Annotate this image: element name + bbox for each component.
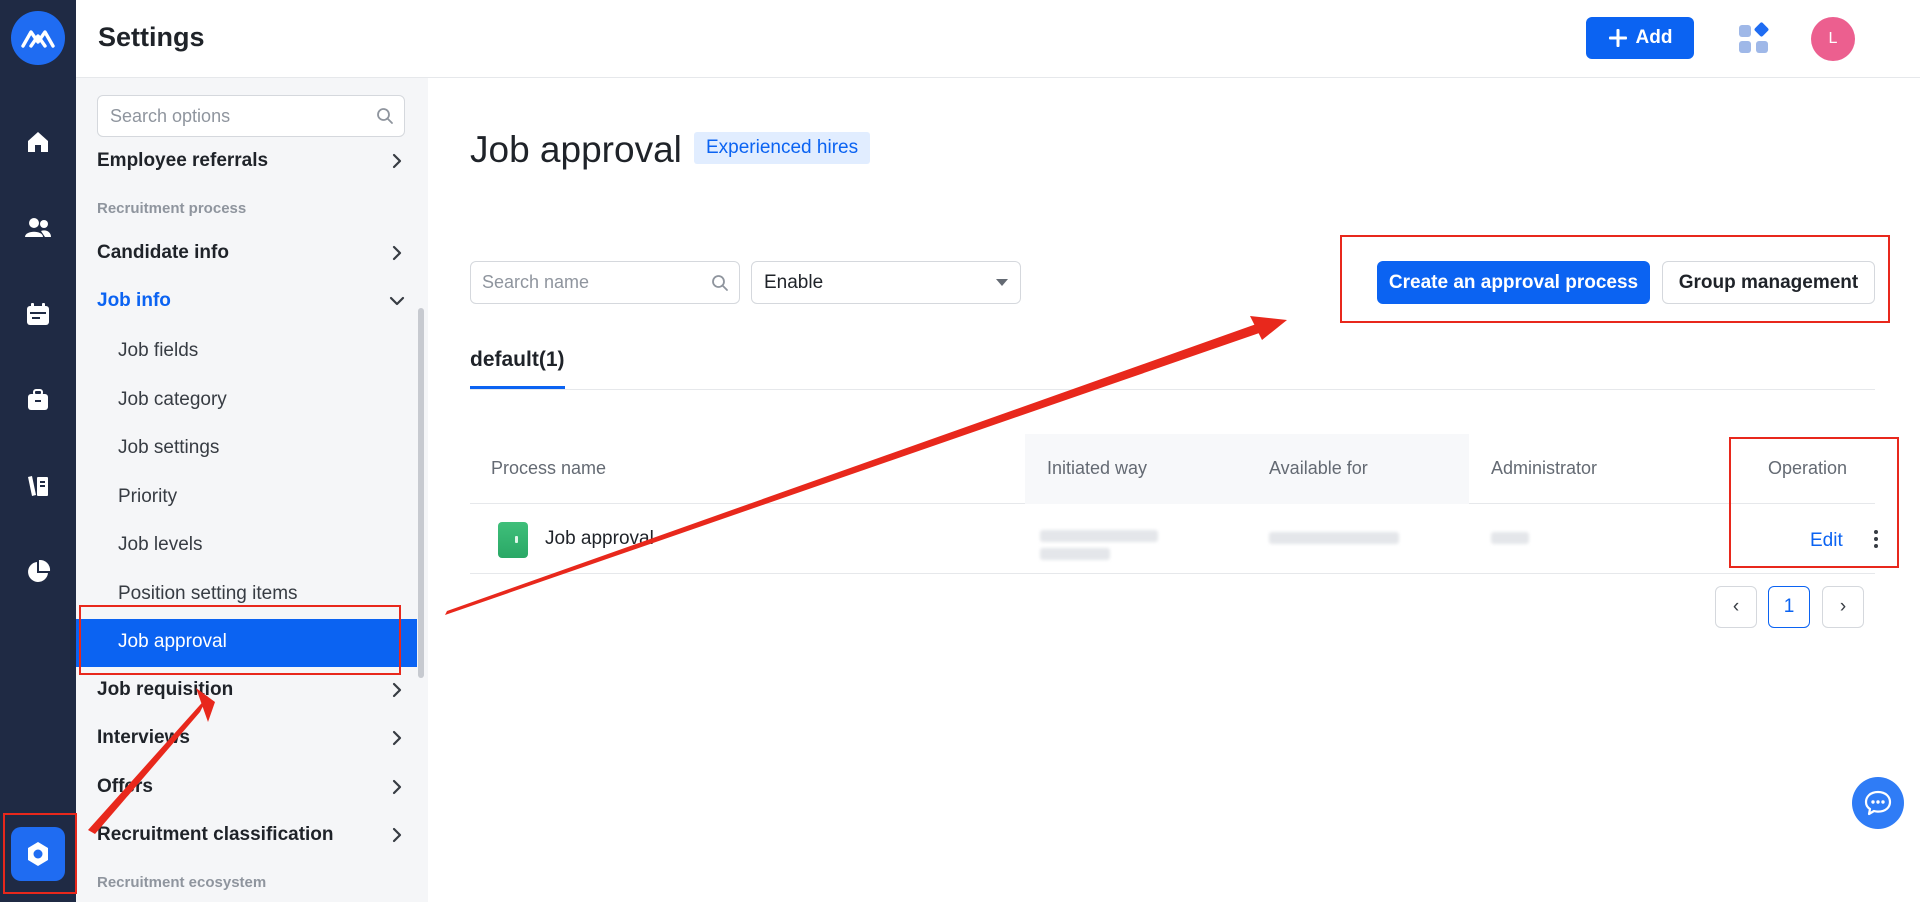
document-icon — [498, 522, 528, 558]
column-operation: Operation — [1768, 458, 1848, 478]
app-logo[interactable] — [11, 11, 65, 65]
settings-nav-button[interactable] — [11, 827, 65, 881]
top-header: Settings Add L — [76, 0, 1920, 78]
sidebar-search-input[interactable] — [98, 96, 358, 136]
tab-default[interactable]: default(1) — [470, 340, 565, 389]
plus-icon — [1608, 29, 1627, 47]
sidebar-subitem-label: Job approval — [118, 631, 227, 652]
main-content: Job approval Experienced hires Enable Cr… — [428, 78, 1920, 902]
redacted-initiated-way — [1040, 530, 1158, 542]
add-button[interactable]: Add — [1586, 17, 1694, 59]
column-administrator: Administrator — [1491, 458, 1598, 478]
search-icon — [712, 275, 728, 291]
chevron-down-icon — [389, 296, 405, 306]
pagination-prev-button[interactable]: ‹ — [1715, 586, 1757, 628]
chevron-right-icon — [392, 730, 402, 746]
more-options-icon[interactable] — [1872, 528, 1880, 550]
page-title: Job approval — [470, 129, 682, 170]
settings-icon — [28, 842, 48, 866]
pagination-next-button[interactable]: › — [1822, 586, 1864, 628]
sidebar-item-label: Job info — [97, 290, 171, 311]
user-avatar[interactable]: L — [1811, 17, 1855, 61]
create-approval-process-button[interactable]: Create an approval process — [1377, 261, 1650, 304]
status-select-value: Enable — [764, 271, 824, 293]
sidebar-subitem-position-setting-items[interactable]: Position setting items — [118, 583, 298, 605]
sidebar-group-recruitment-ecosystem: Recruitment ecosystem — [97, 874, 267, 891]
briefcase-icon[interactable] — [22, 384, 54, 416]
sidebar-subitem-priority[interactable]: Priority — [118, 486, 177, 508]
sidebar-item-employee-referrals[interactable]: Employee referrals — [97, 141, 407, 181]
add-button-label: Add — [1635, 27, 1673, 48]
table-row[interactable]: Job approval Edit — [470, 504, 1878, 574]
status-select[interactable]: Enable — [751, 261, 1021, 304]
sidebar-item-interviews[interactable]: Interviews — [97, 718, 407, 758]
sidebar-item-job-requisition[interactable]: Job requisition — [97, 670, 407, 710]
table-header: Process name Initiated way Available for… — [470, 434, 1875, 504]
library-icon[interactable] — [22, 470, 54, 502]
column-process-name: Process name — [491, 458, 607, 478]
name-search[interactable] — [470, 261, 740, 304]
sidebar-subitem-job-fields[interactable]: Job fields — [118, 340, 198, 362]
edit-link[interactable]: Edit — [1810, 530, 1843, 552]
sidebar-item-label: Candidate info — [97, 242, 229, 263]
chevron-right-icon — [392, 827, 402, 843]
logo-icon — [21, 30, 55, 48]
sidebar-subitem-job-levels[interactable]: Job levels — [118, 534, 203, 556]
sidebar-subitem-job-category[interactable]: Job category — [118, 389, 227, 411]
sidebar-item-job-info[interactable]: Job info — [97, 281, 407, 321]
process-table: Process name Initiated way Available for… — [470, 434, 1878, 574]
redacted-available-for — [1269, 532, 1399, 544]
app-root: Settings Add L Employee referrals Recrui… — [0, 0, 1920, 902]
sidebar-item-recruitment-classification[interactable]: Recruitment classification — [97, 815, 407, 855]
sidebar-item-candidate-info[interactable]: Candidate info — [97, 233, 407, 273]
chevron-right-icon — [392, 245, 402, 261]
people-icon[interactable] — [22, 212, 54, 244]
sidebar-group-recruitment-process: Recruitment process — [97, 200, 247, 217]
name-search-input[interactable] — [471, 262, 691, 303]
sidebar-item-offers[interactable]: Offers — [97, 767, 407, 807]
left-rail — [0, 0, 76, 902]
sidebar-item-label: Job requisition — [97, 679, 234, 700]
pagination-page-button[interactable]: 1 — [1768, 586, 1810, 628]
chat-support-button[interactable] — [1852, 777, 1904, 829]
chat-icon — [1864, 790, 1892, 816]
redacted-administrator — [1491, 532, 1529, 544]
app-grid-icon[interactable] — [1737, 22, 1771, 56]
chevron-right-icon — [392, 682, 402, 698]
sidebar-search[interactable] — [97, 95, 405, 137]
sidebar-item-label: Offers — [97, 776, 153, 797]
process-tabs: default(1) — [470, 340, 1875, 390]
chevron-right-icon — [392, 779, 402, 795]
sidebar-item-label: Recruitment classification — [97, 824, 334, 845]
process-name-cell[interactable]: Job approval — [545, 528, 654, 550]
sidebar-item-label: Employee referrals — [97, 150, 269, 171]
chevron-right-icon — [392, 153, 402, 169]
sidebar-scrollbar[interactable] — [418, 308, 424, 678]
column-available-for: Available for — [1269, 458, 1368, 478]
search-icon — [377, 108, 393, 124]
sidebar-subitem-job-settings[interactable]: Job settings — [118, 437, 219, 459]
hire-type-tag: Experienced hires — [694, 132, 871, 164]
pie-chart-icon[interactable] — [22, 556, 54, 588]
sidebar-subitem-job-approval[interactable]: Job approval — [76, 619, 417, 667]
sidebar-item-label: Interviews — [97, 727, 190, 748]
group-management-button[interactable]: Group management — [1662, 261, 1875, 304]
calendar-icon[interactable] — [22, 298, 54, 330]
home-icon[interactable] — [22, 126, 54, 158]
settings-sidebar: Employee referrals Recruitment process C… — [76, 78, 428, 902]
column-initiated-way: Initiated way — [1047, 458, 1148, 478]
page-header-title: Settings — [98, 22, 205, 52]
redacted-initiated-way-2 — [1040, 548, 1110, 560]
caret-down-icon — [996, 279, 1008, 286]
